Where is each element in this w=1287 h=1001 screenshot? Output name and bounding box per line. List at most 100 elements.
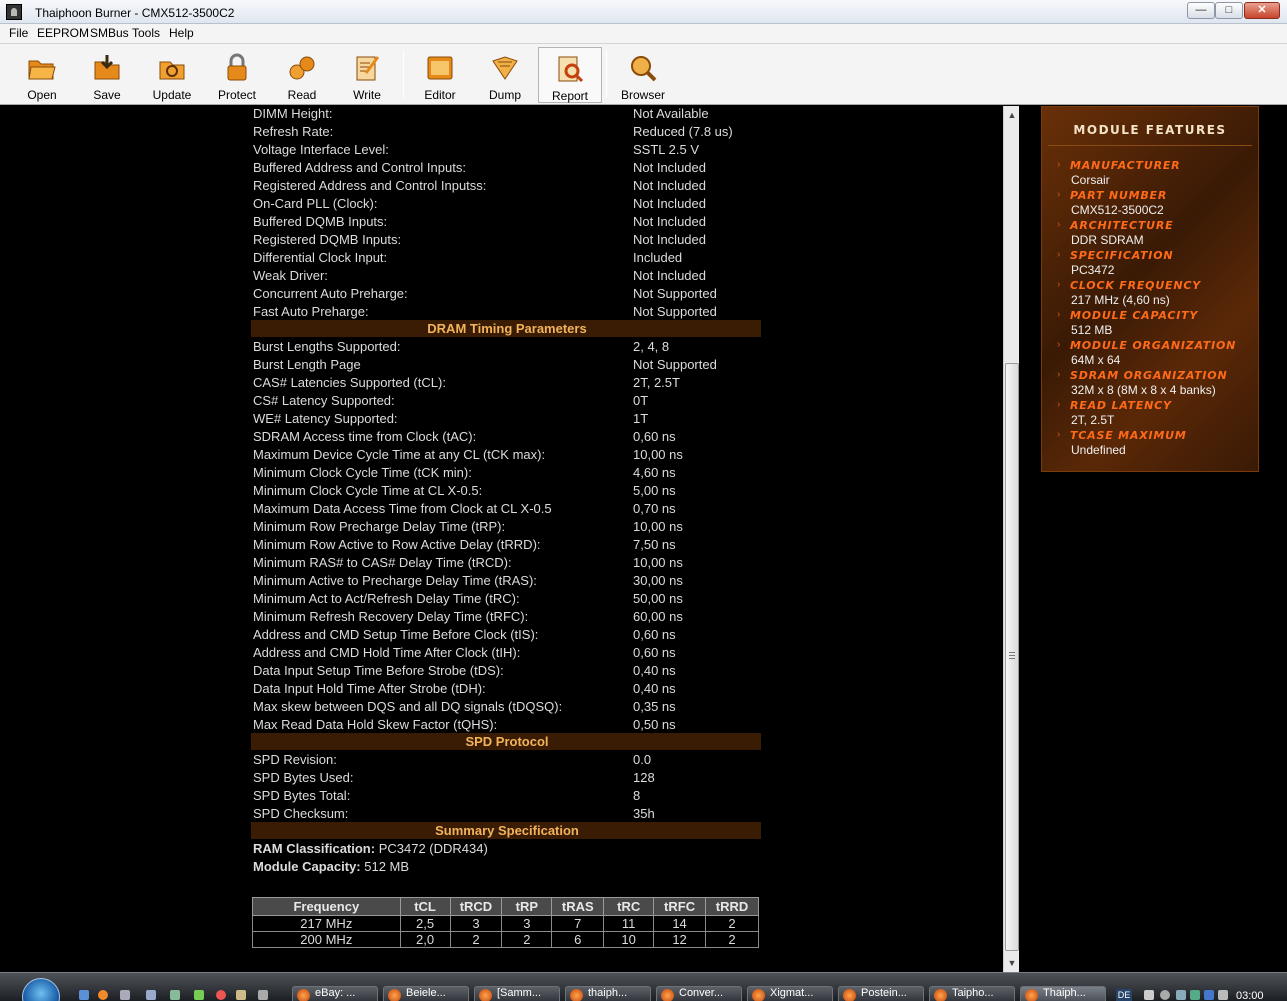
feature-value: CMX512-3500C2 xyxy=(1071,203,1164,217)
report-row: Differential Clock Input: Included xyxy=(251,248,761,266)
row-value: 4,60 ns xyxy=(633,464,676,480)
show-desktop-icon[interactable] xyxy=(79,990,89,1000)
row-value: 0,40 ns xyxy=(633,662,676,678)
close-button[interactable]: ✕ xyxy=(1244,2,1280,19)
feature-value: Undefined xyxy=(1071,443,1126,457)
report-row: Registered Address and Control Inputss: N… xyxy=(251,176,761,194)
maximize-button[interactable]: □ xyxy=(1215,2,1243,19)
taskbar-task-button[interactable]: Thaiph... xyxy=(1020,986,1106,1001)
taskbar-task-button[interactable]: Beiele... xyxy=(383,986,469,1001)
app-icon[interactable] xyxy=(6,4,22,20)
save-button[interactable]: Save xyxy=(77,47,137,103)
language-indicator[interactable]: DE xyxy=(1116,989,1132,1001)
summary-cell: Module Capacity: 512 MB xyxy=(251,857,761,875)
report-row: Minimum Clock Cycle Time at CL X-0.5: 5,0… xyxy=(251,481,761,499)
quicklaunch-icon[interactable] xyxy=(146,990,156,1000)
row-label: On-Card PLL (Clock): xyxy=(253,195,378,211)
taskbar-task-button[interactable]: eBay: ... xyxy=(292,986,378,1001)
menu-help[interactable]: Help xyxy=(169,26,194,40)
app-icon xyxy=(570,989,583,1001)
row-label: Voltage Interface Level: xyxy=(253,141,389,157)
quicklaunch-icon[interactable] xyxy=(194,990,204,1000)
editor-button[interactable]: Editor xyxy=(410,47,470,103)
quicklaunch-icon[interactable] xyxy=(216,990,226,1000)
read-button[interactable]: Read xyxy=(272,47,332,103)
network-icon[interactable] xyxy=(1176,990,1186,1000)
report-row: SPD Revision: 0.0 xyxy=(251,750,761,768)
feature-label: MANUFACTURER xyxy=(1070,159,1181,172)
feature-label: MODULE CAPACITY xyxy=(1070,309,1199,322)
update-button[interactable]: Update xyxy=(142,47,202,103)
freq-header-cell: tRRD xyxy=(705,897,759,916)
row-label: SPD Bytes Used: xyxy=(253,769,354,785)
report-row: Data Input Setup Time Before Strobe (tDS… xyxy=(251,661,761,679)
vertical-scrollbar[interactable]: ▲ ▼ xyxy=(1003,106,1019,972)
row-label: Registered DQMB Inputs: xyxy=(253,231,402,247)
quicklaunch-icon[interactable] xyxy=(120,990,130,1000)
menu-tools[interactable]: Tools xyxy=(132,26,160,40)
bluetooth-icon[interactable] xyxy=(1204,990,1214,1000)
row-label: SPD Revision: xyxy=(253,751,337,767)
volume-icon[interactable] xyxy=(1218,990,1228,1000)
minimize-button[interactable]: — xyxy=(1187,2,1215,19)
protect-button[interactable]: Protect xyxy=(207,47,267,103)
menu-eeprom[interactable]: EEPROM xyxy=(37,26,89,40)
row-value: 0T xyxy=(633,392,649,408)
firefox-icon[interactable] xyxy=(98,990,108,1000)
row-label: WE# Latency Supported: xyxy=(253,410,398,426)
report-button[interactable]: Report xyxy=(538,47,602,103)
report-row: Minimum Clock Cycle Time (tCK min): 4,60 … xyxy=(251,463,761,481)
scroll-up-arrow-icon[interactable]: ▲ xyxy=(1004,106,1020,124)
freq-cell: 217 MHz xyxy=(252,915,401,932)
task-label: Xigmat... xyxy=(770,987,814,999)
report-row: Concurrent Auto Preharge: Not Supported xyxy=(251,284,761,302)
scroll-down-arrow-icon[interactable]: ▼ xyxy=(1004,954,1020,972)
quicklaunch-icon[interactable] xyxy=(236,990,246,1000)
row-label: Minimum Clock Cycle Time (tCK min): xyxy=(253,464,472,480)
feature-label: ARCHITECTURE xyxy=(1070,219,1174,232)
row-label: CAS# Latencies Supported (tCL): xyxy=(253,374,446,390)
taskbar-task-button[interactable]: thaiph... xyxy=(565,986,651,1001)
row-value: 0.0 xyxy=(633,751,652,767)
report-row: Minimum Refresh Recovery Delay Time (tRF… xyxy=(251,607,761,625)
summary-row: RAM Classification: PC3472 (DDR434) xyxy=(251,839,761,857)
browser-button[interactable]: Browser xyxy=(612,47,674,103)
settings-icon[interactable] xyxy=(1160,990,1170,1000)
taskbar-task-button[interactable]: Conver... xyxy=(656,986,742,1001)
clock[interactable]: 03:00 xyxy=(1236,990,1264,1001)
app-icon xyxy=(1025,989,1038,1001)
tray-arrow-icon[interactable] xyxy=(1144,990,1154,1000)
feature-value: 217 MHz (4,60 ns) xyxy=(1071,293,1170,307)
chevron-right-icon: › xyxy=(1057,159,1061,170)
chevron-right-icon: › xyxy=(1057,309,1061,320)
row-label: Max skew between DQS and all DQ signals … xyxy=(253,698,563,714)
taskbar-task-button[interactable]: Taipho... xyxy=(929,986,1015,1001)
taskbar-task-button[interactable]: Xigmat... xyxy=(747,986,833,1001)
taskbar-task-button[interactable]: [Samm... xyxy=(474,986,560,1001)
row-value: 35h xyxy=(633,805,655,821)
taskbar-task-button[interactable]: Postein... xyxy=(838,986,924,1001)
start-button[interactable] xyxy=(22,978,60,1001)
row-value: 1T xyxy=(633,410,649,426)
section-title: SPD Protocol xyxy=(251,733,761,750)
write-button[interactable]: Write xyxy=(337,47,397,103)
row-value: 7,50 ns xyxy=(633,536,676,552)
app-icon xyxy=(388,989,401,1001)
toolbar: Open Save Update Protect Read Write Edit… xyxy=(0,44,1287,105)
quicklaunch-icon[interactable] xyxy=(258,990,268,1000)
write-icon xyxy=(356,56,380,81)
scroll-thumb[interactable] xyxy=(1005,363,1019,951)
report-view[interactable]: DIMM Height: Not Available Refresh Rate: Re… xyxy=(0,106,1003,972)
menu-file[interactable]: File xyxy=(9,26,28,40)
menu-smbus[interactable]: SMBus xyxy=(90,26,129,40)
open-button[interactable]: Open xyxy=(12,47,72,103)
freq-header-cell: tRCD xyxy=(449,897,503,916)
security-icon[interactable] xyxy=(1190,990,1200,1000)
row-label: Minimum Clock Cycle Time at CL X-0.5: xyxy=(253,482,483,498)
row-label: Maximum Device Cycle Time at any CL (tCK… xyxy=(253,446,546,462)
chevron-right-icon: › xyxy=(1057,189,1061,200)
quicklaunch-icon[interactable] xyxy=(170,990,180,1000)
section-header: Summary Specification xyxy=(251,822,761,839)
dump-button[interactable]: Dump xyxy=(475,47,535,103)
freq-header-cell: tRP xyxy=(501,897,553,916)
